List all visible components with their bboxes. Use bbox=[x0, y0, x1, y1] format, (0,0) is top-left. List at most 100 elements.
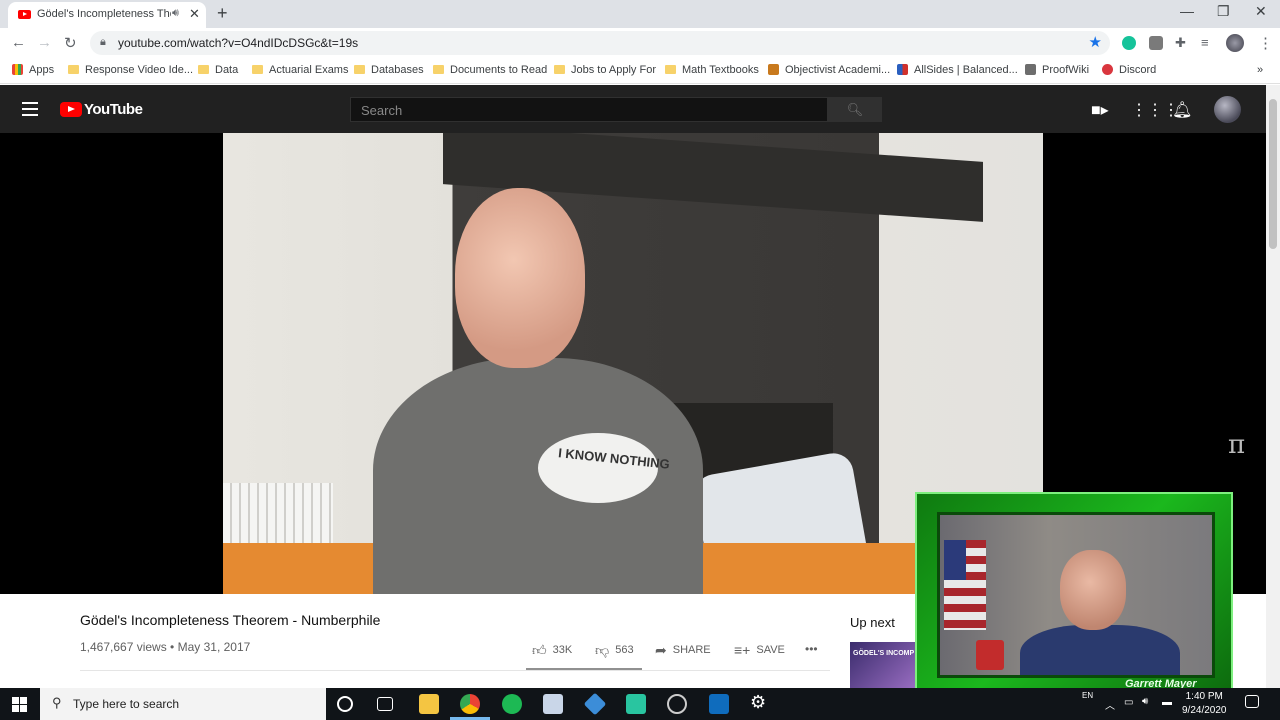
taskbar-search-box[interactable]: ⚲ Type here to search bbox=[40, 688, 326, 720]
forward-arrow-icon[interactable]: → bbox=[37, 34, 52, 51]
taskbar-search-placeholder: Type here to search bbox=[73, 697, 180, 711]
numberphile-watermark: π bbox=[1228, 430, 1246, 460]
folder-icon bbox=[554, 65, 565, 74]
search-icon: 🔍︎ bbox=[846, 102, 864, 117]
bookmark-folder[interactable]: Data bbox=[198, 64, 238, 76]
bookmarks-overflow-icon[interactable]: » bbox=[1257, 64, 1263, 76]
proofwiki-icon bbox=[1025, 64, 1036, 75]
minimize-window-icon[interactable]: — bbox=[1180, 3, 1194, 19]
thumbs-down-icon: 👎︎ bbox=[595, 642, 610, 658]
create-video-icon[interactable]: ■▸ bbox=[1091, 100, 1109, 120]
hamburger-menu-icon[interactable] bbox=[22, 102, 38, 116]
grammarly-extension-icon[interactable] bbox=[1122, 36, 1136, 50]
webcam-feed bbox=[937, 512, 1215, 678]
extensions-puzzle-icon[interactable]: ✚ bbox=[1175, 35, 1186, 51]
new-tab-button[interactable]: + bbox=[217, 3, 228, 24]
tray-overflow-chevron-icon[interactable]: ︿ bbox=[1105, 697, 1115, 712]
obs-studio-icon[interactable] bbox=[667, 694, 687, 714]
browser-tab-youtube[interactable]: Gödel's Incompleteness Theorem - Numberp… bbox=[8, 2, 206, 28]
reload-icon[interactable]: ↻ bbox=[64, 34, 77, 52]
save-button[interactable]: ≡+ SAVE bbox=[734, 642, 785, 658]
bookmark-folder[interactable]: Math Textbooks bbox=[665, 64, 759, 76]
action-center-icon[interactable] bbox=[1245, 695, 1259, 708]
visual-studio-code-icon[interactable] bbox=[583, 692, 607, 716]
webcam-scene-mug bbox=[976, 640, 1004, 670]
clock-date: 9/24/2020 bbox=[1182, 705, 1227, 716]
bookmark-apps[interactable]: Apps bbox=[12, 64, 54, 76]
tab-title: Gödel's Incompleteness Theorem - Numberp… bbox=[37, 8, 171, 20]
taskbar-search-icon: ⚲ bbox=[52, 695, 62, 710]
like-button[interactable]: 👍︎ 33K bbox=[532, 642, 572, 659]
outlook-icon[interactable] bbox=[709, 694, 729, 714]
address-url[interactable]: youtube.com/watch?v=O4ndIDcDSGc&t=19s bbox=[118, 36, 358, 50]
allsides-icon bbox=[897, 64, 908, 75]
close-window-icon[interactable]: ✕ bbox=[1255, 3, 1267, 20]
video-scene-person-head bbox=[455, 188, 585, 368]
bookmark-site[interactable]: Discord bbox=[1102, 64, 1156, 76]
bookmark-folder[interactable]: Response Video Ide... bbox=[68, 64, 193, 76]
bookmark-folder[interactable]: Documents to Read bbox=[433, 64, 547, 76]
file-explorer-icon[interactable] bbox=[419, 694, 439, 714]
address-bar[interactable]: 🔒︎ youtube.com/watch?v=O4ndIDcDSGc&t=19s… bbox=[90, 31, 1110, 55]
chrome-menu-icon[interactable]: ⋮ bbox=[1258, 34, 1273, 52]
more-actions-button[interactable]: ••• bbox=[805, 642, 818, 656]
folder-icon bbox=[665, 65, 676, 74]
shield-extension-icon[interactable] bbox=[1149, 36, 1163, 50]
game-app-icon[interactable] bbox=[626, 694, 646, 714]
share-button[interactable]: ➦ SHARE bbox=[655, 642, 711, 659]
tab-audio-icon[interactable]: 🔊︎ bbox=[172, 7, 179, 20]
bookmark-folder[interactable]: Jobs to Apply For bbox=[554, 64, 656, 76]
scrollbar-thumb[interactable] bbox=[1269, 99, 1277, 249]
apps-grid-icon bbox=[12, 64, 23, 75]
spotify-icon[interactable] bbox=[502, 694, 522, 714]
account-avatar[interactable] bbox=[1214, 96, 1241, 123]
objectivist-academy-icon bbox=[768, 64, 779, 75]
bookmark-site[interactable]: ProofWiki bbox=[1025, 64, 1089, 76]
back-arrow-icon[interactable]: ← bbox=[11, 34, 26, 51]
network-icon[interactable]: ▭ bbox=[1124, 697, 1133, 708]
bookmarks-bar: Apps Response Video Ide... Data Actuaria… bbox=[0, 58, 1280, 84]
notifications-bell-icon[interactable]: 🔔︎ bbox=[1172, 100, 1192, 120]
dislike-button[interactable]: 👎︎ 563 bbox=[595, 642, 634, 659]
webcam-scene-head bbox=[1060, 550, 1126, 630]
youtube-favicon-icon bbox=[18, 10, 31, 19]
search-button[interactable]: 🔍︎ bbox=[828, 97, 882, 122]
input-language[interactable]: EN bbox=[1082, 691, 1093, 700]
youtube-header: YouTube Search 🔍︎ ■▸ ⋮⋮⋮ 🔔︎ bbox=[0, 85, 1266, 133]
folder-icon bbox=[354, 65, 365, 74]
bookmark-folder[interactable]: Actuarial Exams bbox=[252, 64, 348, 76]
windows-taskbar: ⚲ Type here to search ⚙ EN ︿ ▭ 🔊︎ ▬ 1:40… bbox=[0, 688, 1280, 720]
windows-start-icon[interactable] bbox=[12, 697, 27, 712]
folder-icon bbox=[198, 65, 209, 74]
search-input[interactable]: Search bbox=[350, 97, 828, 122]
youtube-play-logo-icon bbox=[60, 102, 82, 118]
youtube-logo[interactable]: YouTube bbox=[60, 101, 143, 119]
settings-gear-icon[interactable]: ⚙ bbox=[750, 692, 770, 712]
task-view-icon[interactable] bbox=[377, 697, 393, 711]
bookmark-site[interactable]: Objectivist Academi... bbox=[768, 64, 890, 76]
video-info-divider bbox=[80, 670, 830, 671]
clock-time: 1:40 PM bbox=[1185, 691, 1223, 702]
profile-avatar[interactable] bbox=[1226, 34, 1244, 52]
bookmark-star-icon[interactable]: ★ bbox=[1089, 33, 1102, 51]
add-to-playlist-icon: ≡+ bbox=[734, 642, 751, 658]
bookmark-site[interactable]: AllSides | Balanced... bbox=[897, 64, 1018, 76]
chrome-taskbar-icon[interactable] bbox=[460, 694, 480, 714]
up-next-label: Up next bbox=[850, 615, 895, 630]
share-arrow-icon: ➦ bbox=[655, 642, 667, 658]
webcam-overlay: Garrett Mayer bbox=[915, 492, 1233, 692]
battery-icon[interactable]: ▬ bbox=[1162, 697, 1172, 708]
taskbar-clock[interactable]: 1:40 PM 9/24/2020 bbox=[1182, 690, 1227, 718]
folder-icon bbox=[252, 65, 263, 74]
bookmark-folder[interactable]: Databases bbox=[354, 64, 424, 76]
up-next-thumbnail[interactable]: GÖDEL'S INCOMP bbox=[850, 642, 920, 688]
tab-close-icon[interactable]: ✕ bbox=[189, 6, 200, 22]
media-playlist-icon[interactable]: ≡ bbox=[1201, 35, 1209, 50]
page-scrollbar[interactable] bbox=[1266, 85, 1280, 688]
volume-icon[interactable]: 🔊︎ bbox=[1142, 696, 1148, 707]
lock-icon[interactable]: 🔒︎ bbox=[100, 36, 106, 49]
snipping-tool-icon[interactable] bbox=[543, 694, 563, 714]
folder-icon bbox=[68, 65, 79, 74]
cortana-icon[interactable] bbox=[337, 696, 353, 712]
restore-window-icon[interactable]: ❐ bbox=[1217, 3, 1230, 20]
